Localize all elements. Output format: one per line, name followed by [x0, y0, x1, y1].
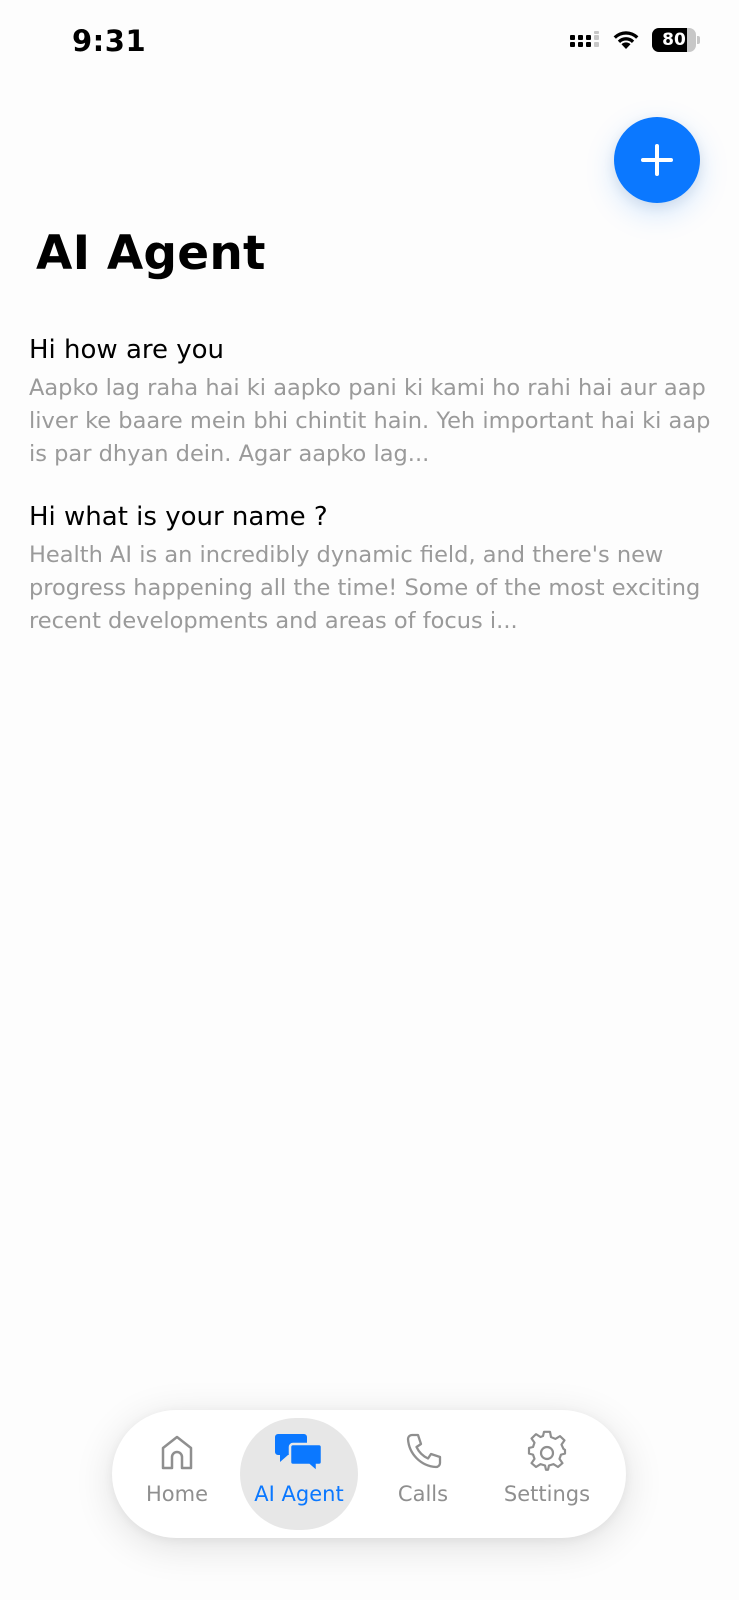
- status-time: 9:31: [72, 24, 147, 58]
- home-icon: [161, 1435, 193, 1470]
- chat-list: Hi how are you Aapko lag raha hai ki aap…: [29, 332, 719, 638]
- nav-item-ai-agent[interactable]: AI Agent: [240, 1418, 358, 1530]
- nav-item-home[interactable]: Home: [118, 1418, 236, 1530]
- battery-body: 80: [652, 28, 696, 52]
- chat-preview: Health AI is an incredibly dynamic field…: [29, 542, 701, 634]
- nav-item-calls[interactable]: Calls: [364, 1418, 482, 1530]
- screen: 9:31 80 AI Agent Hi how are you Aapko la…: [0, 0, 739, 1600]
- new-chat-button[interactable]: [614, 117, 700, 203]
- wifi-icon: [613, 31, 639, 49]
- chat-bubbles-icon: [275, 1434, 324, 1474]
- status-bar: 9:31 80: [0, 0, 739, 80]
- signal-icon: [570, 31, 599, 47]
- nav-label-calls: Calls: [397, 1482, 449, 1506]
- battery-cap: [697, 36, 700, 44]
- battery-level: 80: [662, 30, 686, 50]
- nav-item-settings[interactable]: Settings: [488, 1418, 606, 1530]
- page-title: AI Agent: [36, 226, 266, 281]
- bottom-nav: Home AI Agent Calls Settings: [112, 1410, 626, 1538]
- chat-item[interactable]: Hi what is your name ? Health AI is an i…: [29, 499, 719, 638]
- nav-label-settings: Settings: [503, 1482, 591, 1506]
- nav-label-ai-agent: AI Agent: [254, 1482, 344, 1506]
- chat-item[interactable]: Hi how are you Aapko lag raha hai ki aap…: [29, 332, 719, 471]
- plus-icon: [641, 144, 673, 176]
- nav-label-home: Home: [145, 1482, 208, 1506]
- phone-icon: [406, 1433, 442, 1469]
- chat-preview: Aapko lag raha hai ki aapko pani ki kami…: [29, 375, 711, 467]
- gear-icon: [527, 1430, 567, 1471]
- battery-icon: 80: [652, 28, 700, 52]
- chat-title: Hi how are you: [29, 335, 225, 365]
- chat-title: Hi what is your name ?: [29, 502, 328, 532]
